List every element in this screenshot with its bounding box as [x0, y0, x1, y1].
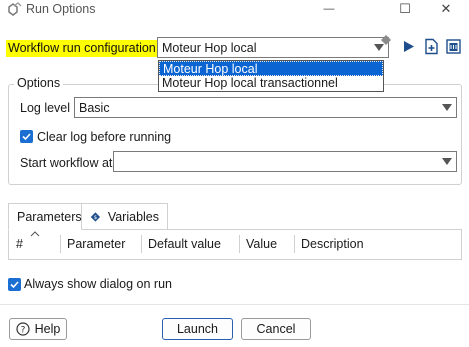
checkmark-icon [22, 133, 31, 141]
options-legend: Options [14, 76, 64, 90]
diamond-marker-icon [381, 35, 391, 45]
column-header-value[interactable]: Value [240, 235, 295, 253]
footer-divider [0, 304, 469, 305]
column-header-description[interactable]: Description [295, 235, 460, 253]
close-icon: ✕ [440, 1, 452, 16]
maximize-icon: ☐ [399, 1, 411, 16]
help-button[interactable]: ? Help [9, 318, 67, 340]
variable-icon: $ [90, 211, 101, 222]
workflow-run-config-label: Workflow run configuration [6, 40, 158, 57]
launch-button[interactable]: Launch [162, 318, 233, 340]
tab-variables[interactable]: $ Variables [82, 203, 168, 230]
chevron-down-icon [442, 158, 452, 165]
close-button[interactable]: ✕ [423, 0, 469, 18]
column-header-default-value[interactable]: Default value [142, 235, 240, 253]
always-show-checkbox[interactable] [8, 278, 21, 291]
dropdown-option-1[interactable]: Moteur Hop local [159, 61, 383, 76]
manage-icon[interactable] [445, 38, 462, 55]
cancel-button-label: Cancel [256, 322, 296, 336]
checkmark-icon [10, 281, 19, 289]
clear-log-label: Clear log before running [37, 130, 172, 144]
log-level-select[interactable]: Basic [74, 97, 457, 118]
clear-log-checkbox[interactable] [20, 130, 33, 143]
minimize-icon: — [323, 3, 335, 15]
log-level-label: Log level [20, 101, 71, 115]
svg-text:$: $ [94, 214, 97, 220]
window-title: Run Options [26, 2, 96, 16]
column-header-parameter[interactable]: Parameter [61, 235, 142, 253]
minimize-button[interactable]: — [306, 0, 352, 18]
workflow-run-config-value: Moteur Hop local [162, 40, 257, 55]
chevron-down-icon [442, 104, 452, 111]
always-show-label: Always show dialog on run [24, 277, 172, 291]
maximize-button[interactable]: ☐ [382, 0, 428, 18]
start-workflow-select[interactable] [113, 151, 457, 172]
app-icon [8, 2, 22, 16]
cancel-button[interactable]: Cancel [241, 318, 311, 340]
column-header-index[interactable]: # [10, 235, 61, 253]
tab-parameters-label: Parameters [17, 209, 82, 224]
help-button-label: Help [34, 322, 61, 336]
play-icon[interactable] [400, 38, 417, 55]
workflow-run-config-select[interactable]: Moteur Hop local [157, 37, 389, 58]
tab-variables-label: Variables [107, 209, 159, 224]
svg-text:?: ? [20, 326, 25, 336]
dropdown-option-2[interactable]: Moteur Hop local transactionnel [159, 76, 383, 91]
new-file-icon[interactable] [423, 38, 440, 55]
tab-parameters[interactable]: Parameters [8, 203, 82, 230]
workflow-run-config-dropdown: Moteur Hop local Moteur Hop local transa… [158, 60, 384, 92]
log-level-value: Basic [79, 100, 110, 115]
launch-button-label: Launch [176, 322, 218, 336]
help-icon: ? [16, 322, 30, 336]
start-workflow-label: Start workflow at [20, 156, 113, 170]
